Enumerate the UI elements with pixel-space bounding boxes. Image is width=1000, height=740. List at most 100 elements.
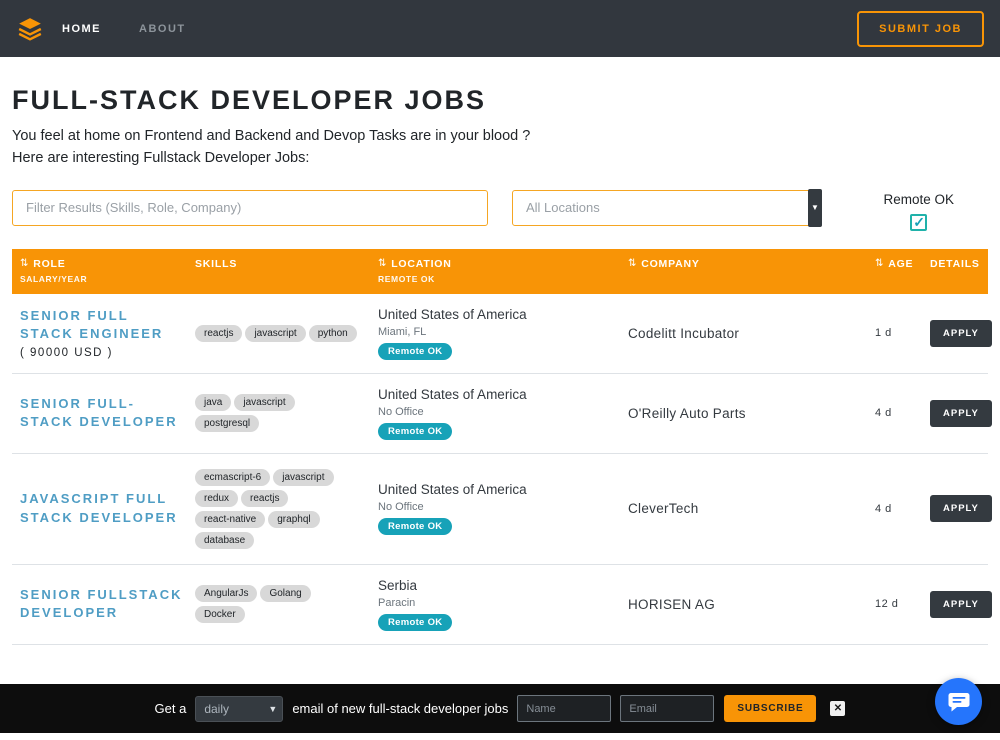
submit-job-button[interactable]: SUBMIT JOB [857, 10, 984, 47]
details-cell: APPLY [922, 319, 992, 347]
job-age: 1 d [875, 327, 892, 339]
skill-badge: java [195, 394, 232, 411]
sort-icon: ⇅ [378, 258, 388, 269]
skills-cell: reactjs javascript python [187, 323, 363, 344]
job-city: Miami, FL [378, 325, 427, 338]
remote-ok-checkbox[interactable] [910, 213, 928, 231]
subscribe-prefix: Get a [154, 701, 187, 716]
skill-badge: python [308, 324, 357, 342]
chat-icon [948, 692, 969, 711]
job-role-link[interactable]: SENIOR FULLSTACK DEVELOPER [20, 586, 187, 622]
job-city: No Office [378, 405, 424, 418]
table-body: SENIOR FULL STACK ENGINEER ( 90000 USD )… [12, 294, 992, 645]
page-subtitle: You feel at home on Frontend and Backend… [12, 126, 988, 170]
skill-badge: javascript [273, 468, 334, 486]
details-cell: APPLY [922, 399, 992, 427]
filter-row: All Locations ▼ Remote OK [12, 188, 988, 231]
skills-cell: java javascript postgresql [187, 392, 363, 434]
apply-button[interactable]: APPLY [930, 590, 992, 618]
column-header-role[interactable]: ⇅ ROLE SALARY/YEAR [12, 258, 187, 284]
sort-icon: ⇅ [20, 258, 30, 269]
jobs-table: ⇅ ROLE SALARY/YEAR SKILLS ⇅ LOCATION REM… [12, 248, 992, 645]
table-row: SENIOR FULL-STACK DEVELOPER java javascri… [12, 374, 992, 454]
skill-badge: reactjs [195, 324, 243, 342]
filter-search-input[interactable] [12, 189, 488, 226]
job-role-link[interactable]: JAVASCRIPT FULL STACK DEVELOPER [20, 490, 187, 526]
column-header-location-label: LOCATION [391, 257, 452, 270]
skill-badge: Docker [195, 606, 245, 623]
remote-ok-filter: Remote OK [883, 190, 954, 231]
column-header-salary-label: SALARY/YEAR [20, 273, 88, 284]
apply-button[interactable]: APPLY [930, 319, 992, 347]
subscribe-bar: Get a daily ▼ email of new full-stack de… [0, 684, 1000, 733]
chevron-down-icon: ▼ [268, 703, 278, 714]
frequency-select[interactable]: daily ▼ [195, 695, 284, 722]
details-cell: APPLY [922, 495, 992, 522]
role-cell: JAVASCRIPT FULL STACK DEVELOPER [12, 490, 187, 526]
job-age: 12 d [875, 598, 899, 610]
skill-badge: react-native [195, 510, 266, 528]
nav-link-about[interactable]: ABOUT [139, 23, 186, 35]
skill-badge: javascript [234, 394, 295, 411]
job-country: United States of America [378, 386, 527, 402]
subtitle-line-1: You feel at home on Frontend and Backend… [12, 128, 531, 144]
details-cell: APPLY [922, 590, 992, 618]
job-age: 4 d [875, 407, 892, 419]
role-cell: SENIOR FULLSTACK DEVELOPER [12, 586, 187, 622]
table-row: SENIOR FULLSTACK DEVELOPER AngularJs Gola… [12, 565, 992, 645]
job-country: United States of America [378, 482, 527, 497]
main-content: FULL-STACK DEVELOPER JOBS You feel at ho… [0, 85, 1000, 645]
column-header-age[interactable]: ⇅ AGE [867, 258, 922, 284]
job-salary: ( 90000 USD ) [20, 347, 114, 360]
location-select[interactable]: All Locations ▼ [512, 188, 822, 227]
nav-link-home[interactable]: HOME [62, 23, 101, 35]
subscribe-suffix: email of new full-stack developer jobs [292, 701, 509, 716]
skill-badge: AngularJs [195, 585, 258, 602]
table-row: JAVASCRIPT FULL STACK DEVELOPER ecmascri… [12, 454, 992, 565]
skill-badge: postgresql [195, 415, 260, 432]
apply-button[interactable]: APPLY [930, 495, 992, 522]
job-company: O'Reilly Auto Parts [628, 405, 746, 421]
location-cell: United States of America No Office Remot… [370, 387, 620, 440]
navbar: HOME ABOUT SUBMIT JOB [0, 0, 1000, 57]
close-icon[interactable]: ✕ [830, 701, 846, 716]
job-company: HORISEN AG [628, 596, 716, 612]
location-cell: United States of America No Office Remot… [370, 482, 620, 535]
job-role-link[interactable]: SENIOR FULL STACK ENGINEER [20, 307, 187, 343]
skill-badge: javascript [245, 324, 306, 342]
page-title: FULL-STACK DEVELOPER JOBS [12, 85, 487, 115]
subscribe-button[interactable]: SUBSCRIBE [724, 695, 817, 722]
location-select-value: All Locations [526, 200, 600, 215]
chat-widget-button[interactable] [935, 678, 982, 725]
column-header-company[interactable]: ⇅ COMPANY [620, 258, 867, 284]
column-header-remote-label: REMOTE OK [378, 273, 435, 284]
job-age: 4 d [875, 502, 892, 515]
remote-ok-badge: Remote OK [378, 342, 453, 360]
name-input[interactable] [517, 695, 612, 722]
column-header-skills-label: SKILLS [195, 257, 238, 270]
location-cell: Serbia Paracin Remote OK [370, 578, 620, 631]
frequency-select-value: daily [204, 701, 229, 716]
subtitle-line-2: Here are interesting Fullstack Developer… [12, 149, 310, 166]
location-cell: United States of America Miami, FL Remot… [370, 307, 620, 360]
email-input[interactable] [620, 695, 715, 722]
skill-badge: ecmascript-6 [195, 468, 271, 486]
column-header-details-label: DETAILS [930, 257, 980, 270]
chevron-down-icon: ▼ [808, 188, 822, 227]
column-header-location[interactable]: ⇅ LOCATION REMOTE OK [370, 258, 620, 284]
sort-icon: ⇅ [628, 258, 638, 269]
role-cell: SENIOR FULL-STACK DEVELOPER [12, 395, 187, 431]
skills-cell: ecmascript-6 javascript redux reactjs react-… [187, 467, 363, 551]
table-row: SENIOR FULL STACK ENGINEER ( 90000 USD )… [12, 294, 992, 374]
job-role-link[interactable]: SENIOR FULL-STACK DEVELOPER [20, 395, 187, 431]
apply-button[interactable]: APPLY [930, 399, 992, 427]
job-company: Codelitt Incubator [628, 325, 740, 341]
job-city: No Office [378, 501, 424, 513]
sort-icon: ⇅ [875, 258, 885, 269]
skill-badge: database [195, 531, 255, 549]
skill-badge: redux [195, 489, 239, 507]
column-header-age-label: AGE [888, 257, 914, 270]
skill-badge: reactjs [241, 489, 289, 507]
remote-ok-badge: Remote OK [378, 518, 453, 535]
layers-icon[interactable] [16, 15, 44, 43]
